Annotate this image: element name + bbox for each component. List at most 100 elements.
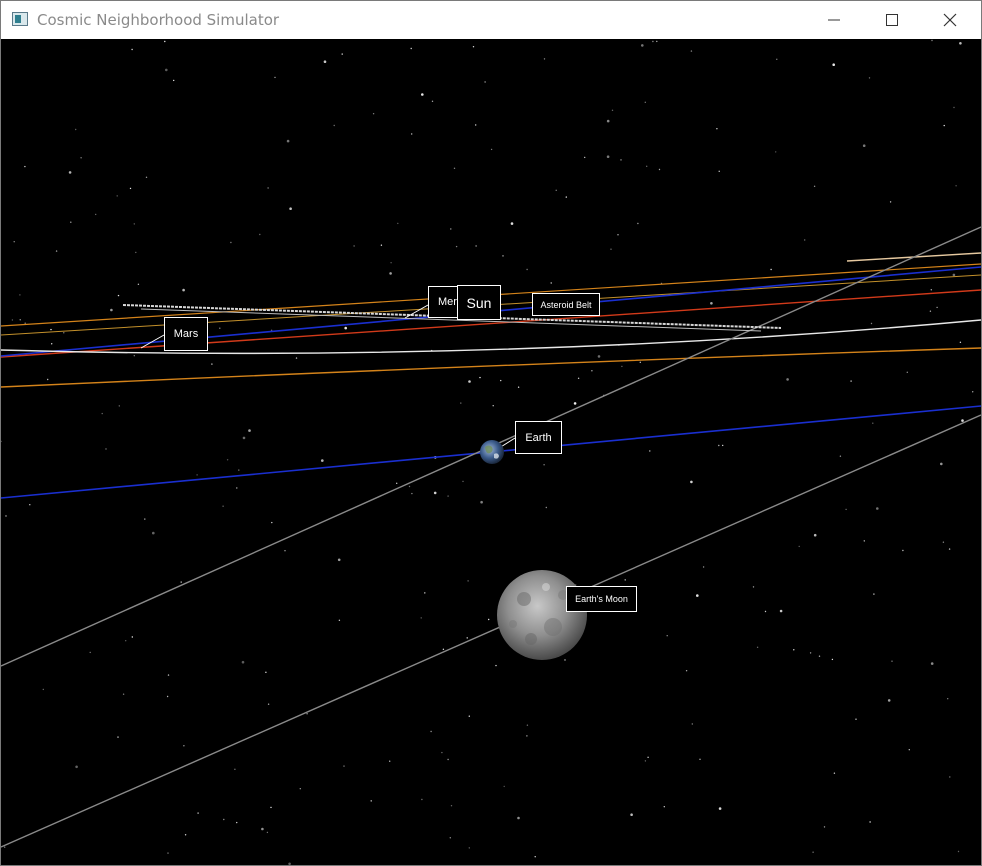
venus-orbit-line [1,319,981,355]
star [184,834,187,836]
star [105,448,107,450]
star [870,322,873,325]
star [219,327,221,329]
star [165,68,168,72]
star [80,157,82,159]
star [101,412,103,415]
star [545,506,547,509]
star [236,487,238,489]
star [173,79,175,82]
star [584,156,586,159]
star [959,42,962,45]
star [267,703,270,705]
star [226,459,229,461]
star [931,39,933,42]
space-viewport[interactable]: Mer Sun Asteroid Belt Mars Earth Earth's… [1,39,981,865]
star [396,482,398,484]
star [908,749,910,751]
star [286,139,290,143]
asteroid-belt-label[interactable]: Asteroid Belt [532,293,600,316]
star [389,272,392,275]
star [500,379,502,382]
star [543,58,546,60]
star [641,44,644,47]
star [887,699,891,702]
star [517,386,520,388]
sun-label[interactable]: Sun [457,285,501,320]
star [70,221,72,223]
star [447,495,449,497]
star [75,128,77,131]
window-title: Cosmic Neighborhood Simulator [37,11,280,29]
star [597,355,601,358]
close-icon [943,13,957,27]
star [961,419,964,422]
star [606,119,610,123]
star [380,244,383,246]
star [122,693,125,695]
moon-label[interactable]: Earth's Moon [566,586,637,612]
star [4,846,6,848]
star [24,165,26,168]
star [390,262,392,264]
star [550,282,552,284]
app-icon [12,12,28,26]
star [135,251,137,254]
star [131,636,133,638]
star [620,159,622,161]
star [19,319,21,321]
star [133,355,135,357]
star [372,113,375,115]
scene-canvas[interactable] [1,39,981,865]
minimize-button[interactable] [805,1,863,39]
star [832,63,835,66]
star [223,818,225,821]
star [299,788,301,790]
star [863,540,865,542]
star [534,856,536,858]
star [710,302,713,305]
star [490,148,493,151]
star [50,328,52,331]
star [718,444,720,447]
mercury-label[interactable]: Mer [428,286,460,318]
star [182,288,185,292]
star [63,332,65,334]
star [116,195,118,197]
star [813,533,817,537]
star [823,826,826,828]
star [431,100,434,102]
star [468,380,471,383]
star [502,255,504,257]
star [685,670,688,672]
star [421,93,424,96]
star [133,223,135,225]
star [891,660,893,662]
moon-body[interactable] [497,570,587,660]
close-button[interactable] [921,1,979,39]
star [718,170,720,172]
star [872,422,874,424]
star [475,245,477,247]
star [421,798,423,801]
earth-label[interactable]: Earth [515,421,562,454]
star [565,196,567,198]
star [468,715,470,717]
star [95,213,97,216]
star [718,807,722,810]
star [460,402,462,404]
star [630,813,633,816]
mars-label[interactable]: Mars [164,317,208,351]
star [75,765,78,769]
star [408,485,411,488]
star [813,185,816,187]
earth-planet[interactable] [480,440,504,464]
star [764,610,767,613]
star [462,480,464,483]
maximize-button[interactable] [863,1,921,39]
star [125,640,127,642]
title-bar[interactable]: Cosmic Neighborhood Simulator [1,1,981,39]
star [930,662,934,665]
star [167,674,170,676]
star [690,50,693,52]
